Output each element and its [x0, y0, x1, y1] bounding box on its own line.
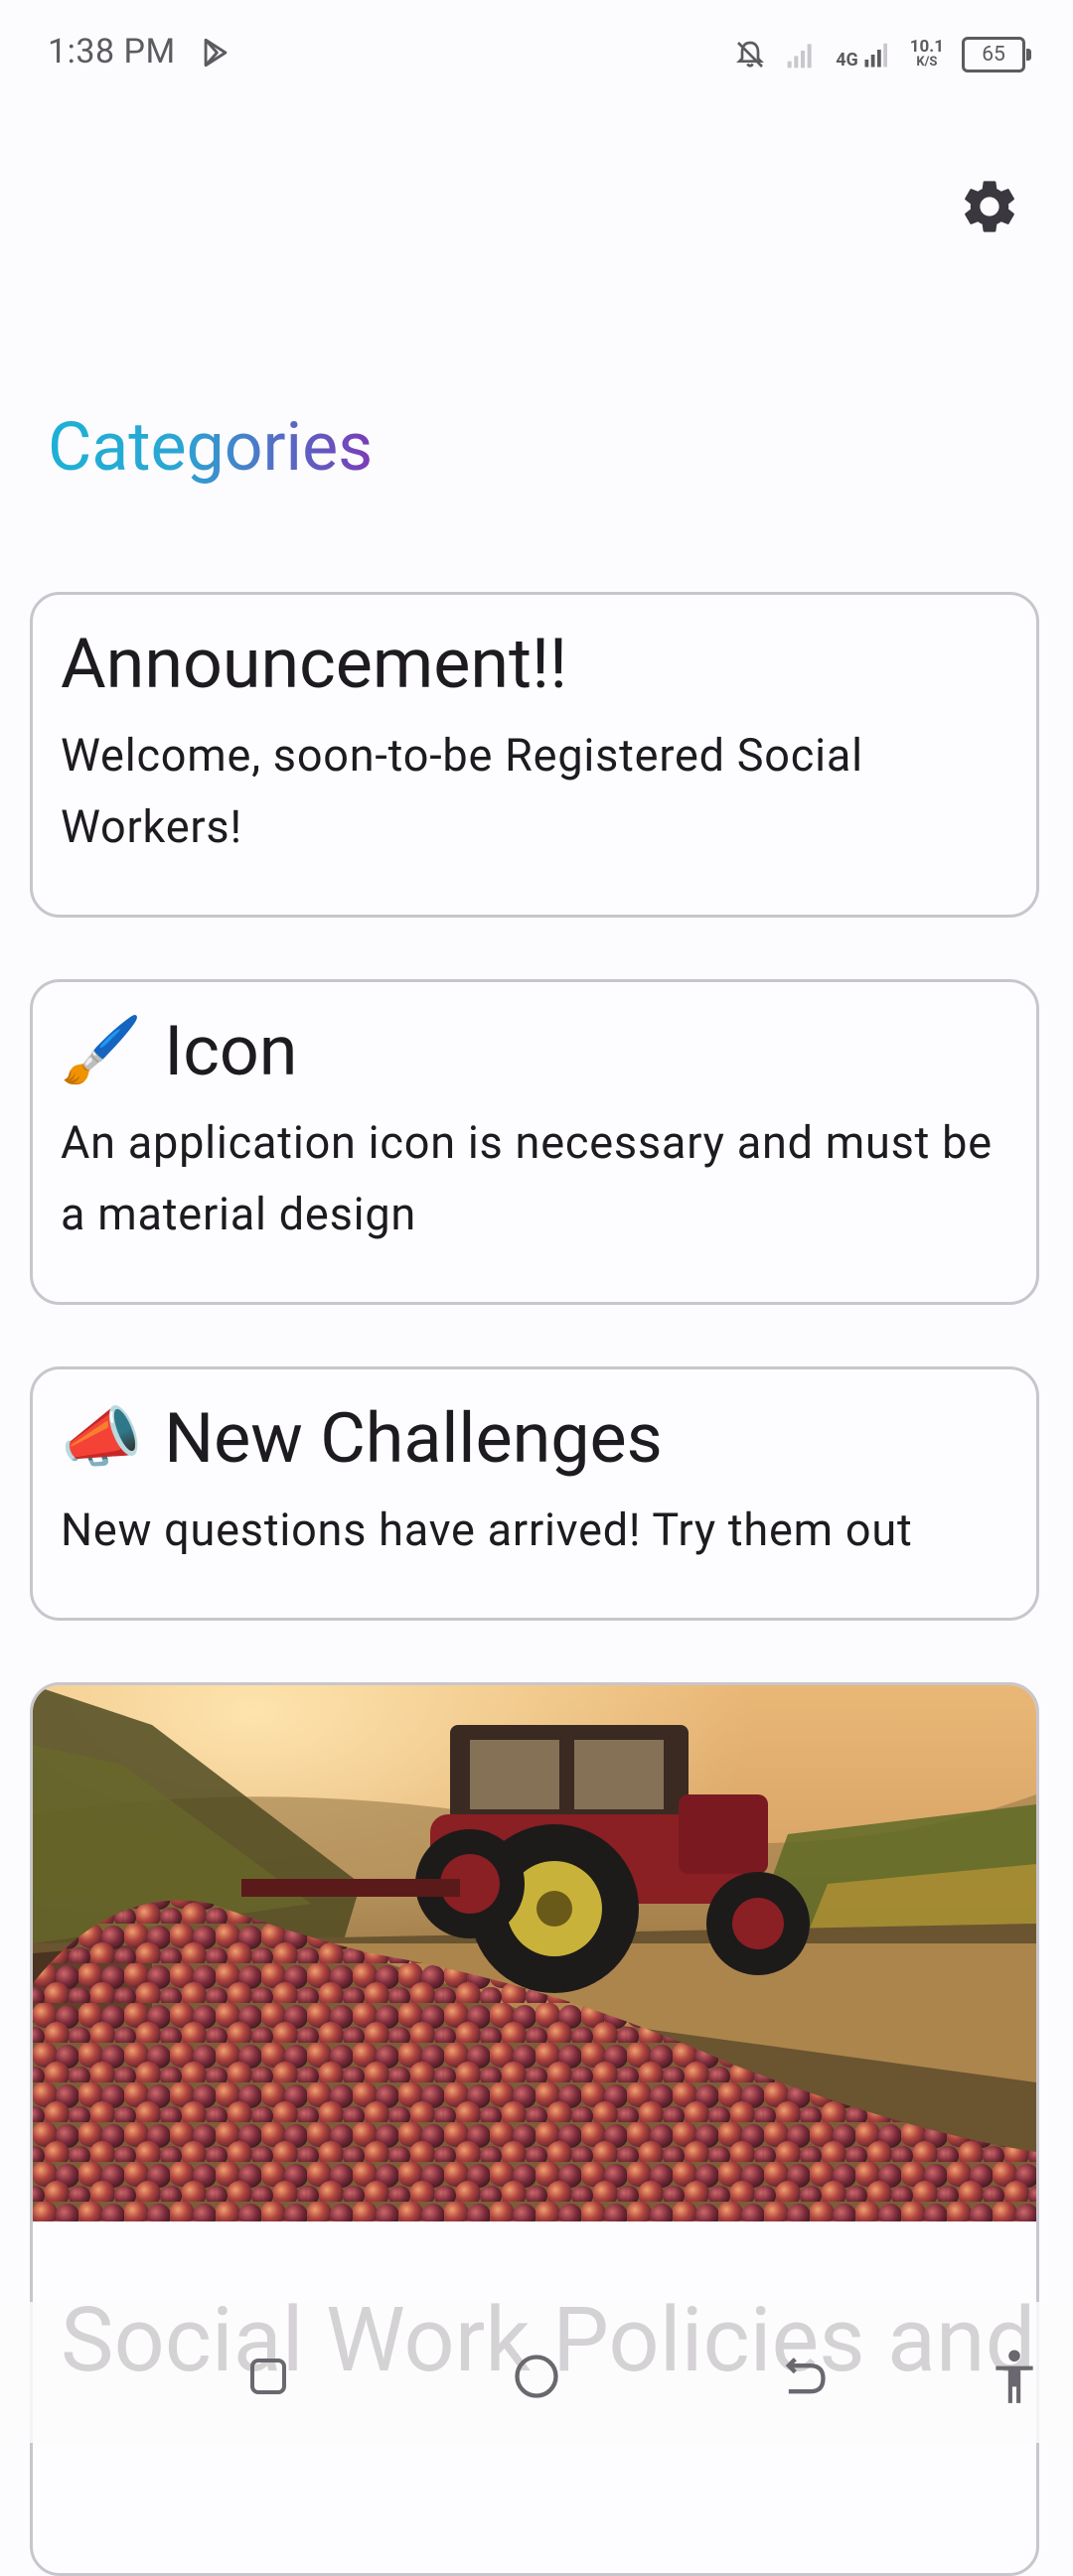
net-speed-unit: K/S: [916, 55, 938, 70]
gear-icon: [965, 181, 1014, 232]
mobile-data-indicator: 4G: [836, 40, 892, 70]
card-icon[interactable]: 🖌️ Icon An application icon is necessary…: [30, 979, 1039, 1305]
card-title: Announcement!!: [61, 623, 1008, 706]
accessibility-icon: [996, 2350, 1033, 2403]
signal-weak-icon: [787, 44, 812, 69]
card-title-text: Icon: [164, 1011, 298, 1092]
back-button[interactable]: [769, 2342, 839, 2411]
card-body: An application icon is necessary and mus…: [61, 1116, 993, 1240]
card-announcement[interactable]: Announcement!! Welcome, soon-to-be Regis…: [30, 592, 1039, 918]
play-store-icon: [204, 38, 228, 68]
card-body: Welcome, soon-to-be Registered Social Wo…: [61, 729, 863, 853]
card-new-challenges[interactable]: 📣 New Challenges New questions have arri…: [30, 1366, 1039, 1621]
card-image: [33, 1685, 1036, 2221]
card-title: 📣 New Challenges: [61, 1397, 1008, 1481]
network-type: 4G: [836, 50, 858, 71]
circle-icon: [515, 2355, 558, 2398]
accessibility-button[interactable]: [980, 2342, 1049, 2411]
status-bar: 1:38 PM 4G 10.1 K/S 65: [0, 0, 1073, 109]
card-title-text: Announcement!!: [61, 624, 568, 705]
back-arrow-icon: [785, 2358, 826, 2394]
card-body: New questions have arrived! Try them out: [61, 1503, 913, 1556]
battery-indicator: 65: [962, 37, 1031, 72]
megaphone-icon: 📣: [61, 1400, 143, 1477]
settings-button[interactable]: [954, 171, 1025, 242]
home-button[interactable]: [502, 2342, 571, 2411]
navigation-bar: [0, 2302, 1073, 2443]
net-speed-value: 10.1: [909, 37, 944, 57]
card-title: 🖌️ Icon: [61, 1010, 1008, 1093]
card-title-text: New Challenges: [164, 1398, 663, 1480]
signal-icon: [864, 43, 887, 68]
net-speed: 10.1 K/S: [910, 39, 944, 71]
status-time: 1:38 PM: [48, 32, 176, 72]
bell-off-icon: [736, 41, 765, 68]
paintbrush-icon: 🖌️: [61, 1013, 143, 1089]
battery-level: 65: [982, 43, 1005, 67]
square-icon: [250, 2359, 286, 2394]
recent-apps-button[interactable]: [233, 2342, 303, 2411]
status-icons: 4G 10.1 K/S 65: [734, 30, 1031, 79]
page-title: Categories: [48, 407, 374, 487]
